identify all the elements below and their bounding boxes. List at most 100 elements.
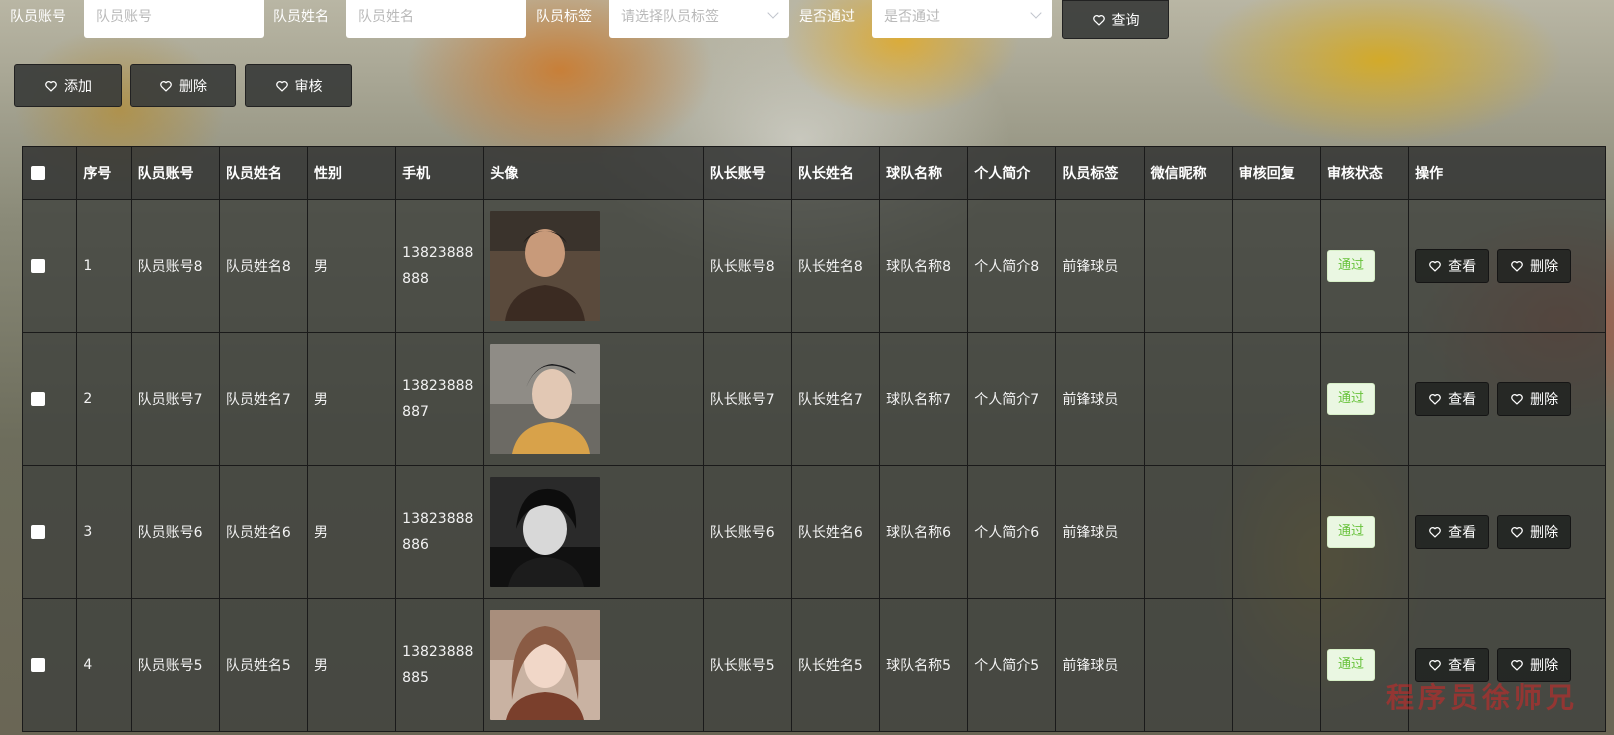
heart-icon <box>1428 525 1442 539</box>
cell-wechat <box>1143 332 1233 466</box>
cell-intro: 个人简介6 <box>967 465 1057 599</box>
cell-gender: 男 <box>306 598 397 732</box>
header-intro: 个人简介 <box>967 146 1057 200</box>
view-button-label: 查看 <box>1448 525 1477 541</box>
header-account: 队员账号 <box>130 146 220 200</box>
name-input[interactable]: 队员姓名 <box>346 0 526 38</box>
table-header-row: 序号 队员账号 队员姓名 性别 手机 头像 队长账号 队长姓名 球队名称 个人简… <box>22 146 1606 200</box>
cell-wechat <box>1143 465 1233 599</box>
cell-intro: 个人简介8 <box>967 199 1057 333</box>
heart-icon <box>1092 13 1106 27</box>
cell-reply <box>1231 465 1321 599</box>
view-button[interactable]: 查看 <box>1415 249 1490 283</box>
row-checkbox[interactable] <box>31 392 45 406</box>
cell-name: 队员姓名5 <box>218 598 309 732</box>
select-all-cell <box>22 146 78 200</box>
add-button-label: 添加 <box>64 78 92 95</box>
heart-icon <box>275 79 289 93</box>
passed-select[interactable]: 是否通过 <box>872 0 1052 38</box>
account-input[interactable]: 队员账号 <box>84 0 264 38</box>
heart-icon <box>1428 259 1442 273</box>
cell-gender: 男 <box>306 332 397 466</box>
cell-index: 4 <box>76 598 132 732</box>
row-select-cell <box>22 598 78 732</box>
passed-label: 是否通过 <box>799 9 855 25</box>
heart-icon <box>1510 259 1524 273</box>
cell-tag: 前锋球员 <box>1055 332 1145 466</box>
cell-name: 队员姓名8 <box>218 199 309 333</box>
query-button[interactable]: 查询 <box>1062 0 1169 39</box>
cell-captain-account: 队长账号5 <box>702 598 792 732</box>
row-delete-button[interactable]: 删除 <box>1497 382 1572 416</box>
cell-account: 队员账号6 <box>130 465 220 599</box>
view-button[interactable]: 查看 <box>1415 515 1490 549</box>
status-badge: 通过 <box>1326 250 1375 282</box>
cell-captain-account: 队长账号8 <box>702 199 792 333</box>
watermark: 程序员徐师兄 <box>1386 681 1579 714</box>
avatar-image[interactable] <box>490 211 601 321</box>
cell-tag: 前锋球员 <box>1055 598 1145 732</box>
avatar-image[interactable] <box>490 610 601 720</box>
cell-phone: 13823888886 <box>395 465 485 599</box>
cell-captain-name: 队长姓名7 <box>790 332 881 466</box>
cell-team: 球队名称6 <box>879 465 969 599</box>
search-bar: 队员账号 队员账号 队员姓名 队员姓名 队员标签 请选择队员标签 是否通过 是否… <box>0 0 1614 39</box>
view-button-label: 查看 <box>1448 392 1477 408</box>
status-badge: 通过 <box>1326 649 1375 681</box>
select-all-checkbox[interactable] <box>31 166 45 180</box>
header-index: 序号 <box>76 146 132 200</box>
row-checkbox[interactable] <box>31 658 45 672</box>
status-badge: 通过 <box>1326 383 1375 415</box>
cell-index: 2 <box>76 332 132 466</box>
players-table-container: 序号 队员账号 队员姓名 性别 手机 头像 队长账号 队长姓名 球队名称 个人简… <box>22 146 1606 735</box>
cell-avatar <box>483 465 704 599</box>
view-button-label: 查看 <box>1448 658 1477 674</box>
view-button[interactable]: 查看 <box>1415 382 1490 416</box>
query-button-label: 查询 <box>1111 12 1140 29</box>
tag-label: 队员标签 <box>536 9 592 25</box>
cell-avatar <box>483 199 704 333</box>
avatar-image[interactable] <box>490 477 601 587</box>
cell-captain-account: 队长账号6 <box>702 465 792 599</box>
row-delete-button-label: 删除 <box>1530 658 1559 674</box>
tag-select-placeholder: 请选择队员标签 <box>621 9 719 25</box>
heart-icon <box>159 79 173 93</box>
row-checkbox[interactable] <box>31 259 45 273</box>
cell-account: 队员账号7 <box>130 332 220 466</box>
cell-phone: 13823888887 <box>395 332 485 466</box>
header-captain-name: 队长姓名 <box>790 146 881 200</box>
row-select-cell <box>22 199 78 333</box>
cell-team: 球队名称8 <box>879 199 969 333</box>
heart-icon <box>1510 392 1524 406</box>
cell-gender: 男 <box>306 199 397 333</box>
header-avatar: 头像 <box>483 146 704 200</box>
header-wechat: 微信昵称 <box>1143 146 1233 200</box>
row-delete-button[interactable]: 删除 <box>1497 249 1572 283</box>
header-team: 球队名称 <box>879 146 969 200</box>
row-delete-button-label: 删除 <box>1530 259 1559 275</box>
review-button-label: 审核 <box>294 78 323 95</box>
cell-phone: 13823888885 <box>395 598 485 732</box>
heart-icon <box>44 79 58 93</box>
avatar-image[interactable] <box>490 344 601 454</box>
row-delete-button-label: 删除 <box>1530 525 1559 541</box>
review-button[interactable]: 审核 <box>245 64 352 107</box>
header-gender: 性别 <box>306 146 397 200</box>
tag-select[interactable]: 请选择队员标签 <box>609 0 789 38</box>
cell-actions: 查看 删除 <box>1408 199 1606 333</box>
row-checkbox[interactable] <box>31 525 45 539</box>
add-button[interactable]: 添加 <box>14 64 122 107</box>
view-button-label: 查看 <box>1448 259 1477 275</box>
players-table: 序号 队员账号 队员姓名 性别 手机 头像 队长账号 队长姓名 球队名称 个人简… <box>22 146 1606 732</box>
row-delete-button[interactable]: 删除 <box>1497 515 1572 549</box>
header-actions: 操作 <box>1408 146 1606 200</box>
cell-tag: 前锋球员 <box>1055 199 1145 333</box>
cell-tag: 前锋球员 <box>1055 465 1145 599</box>
cell-reply <box>1231 332 1321 466</box>
cell-intro: 个人简介5 <box>967 598 1057 732</box>
table-row: 1 队员账号8 队员姓名8 男 13823888888 队长账号8 队长姓名8 … <box>22 199 1606 333</box>
heart-icon <box>1428 392 1442 406</box>
table-row: 3 队员账号6 队员姓名6 男 13823888886 队长账号6 队长姓名6 … <box>22 465 1606 599</box>
passed-select-placeholder: 是否通过 <box>884 9 940 25</box>
delete-button[interactable]: 删除 <box>130 64 236 107</box>
